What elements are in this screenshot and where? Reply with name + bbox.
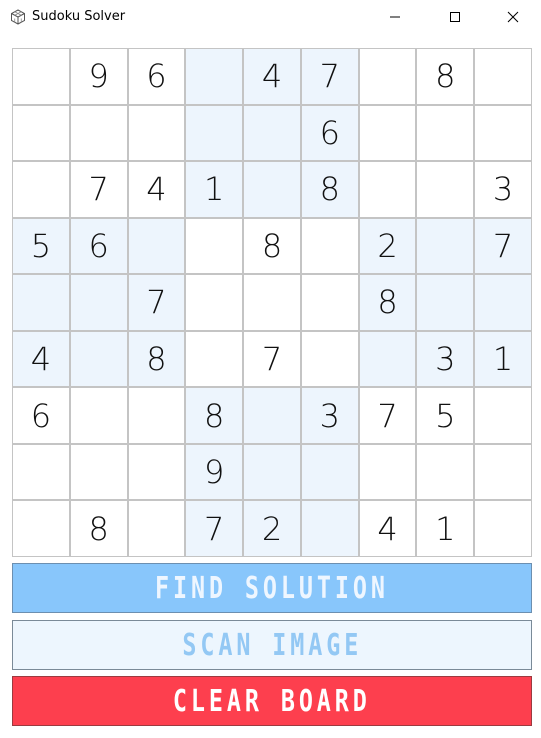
sudoku-cell[interactable] — [301, 444, 358, 500]
sudoku-cell[interactable] — [244, 444, 300, 500]
clear-board-label: CLEAR BOARD — [173, 683, 371, 719]
close-button[interactable] — [490, 0, 536, 34]
sudoku-cell[interactable]: 6 — [128, 49, 185, 104]
window-title: Sudoku Solver — [32, 9, 126, 24]
sudoku-cell[interactable]: 2 — [359, 218, 416, 274]
sudoku-cell[interactable] — [475, 388, 531, 443]
sudoku-cell[interactable] — [244, 162, 300, 217]
sudoku-cell[interactable]: 4 — [359, 501, 416, 556]
sudoku-cell[interactable]: 7 — [186, 501, 243, 556]
minimize-icon — [390, 16, 400, 18]
sudoku-cell[interactable] — [70, 331, 127, 387]
sudoku-cell[interactable]: 7 — [244, 331, 300, 387]
maximize-button[interactable] — [432, 0, 478, 34]
sudoku-cell[interactable] — [359, 105, 416, 161]
sudoku-board: 9647867418356827784873168375987241 — [12, 48, 532, 557]
clear-board-button[interactable]: CLEAR BOARD — [12, 676, 532, 726]
sudoku-cell[interactable] — [70, 275, 127, 330]
sudoku-cell[interactable] — [301, 218, 358, 274]
sudoku-cell[interactable] — [13, 275, 69, 330]
sudoku-cell[interactable] — [128, 444, 185, 500]
close-icon — [507, 11, 519, 23]
cube-icon — [10, 9, 26, 25]
sudoku-cell[interactable]: 4 — [13, 331, 69, 387]
sudoku-cell[interactable] — [186, 218, 243, 274]
sudoku-cell[interactable]: 8 — [301, 162, 358, 217]
sudoku-cell[interactable] — [359, 444, 416, 500]
sudoku-cell[interactable]: 6 — [13, 388, 69, 443]
sudoku-cell[interactable]: 4 — [128, 162, 185, 217]
sudoku-cell[interactable]: 7 — [70, 162, 127, 217]
sudoku-cell[interactable] — [13, 501, 69, 556]
sudoku-cell[interactable]: 7 — [475, 218, 531, 274]
sudoku-cell[interactable] — [417, 218, 474, 274]
minimize-button[interactable] — [372, 0, 418, 34]
sudoku-cell[interactable] — [70, 444, 127, 500]
sudoku-cell[interactable] — [70, 388, 127, 443]
sudoku-cell[interactable]: 8 — [128, 331, 185, 387]
sudoku-cell[interactable]: 3 — [301, 388, 358, 443]
sudoku-cell[interactable]: 8 — [359, 275, 416, 330]
title-bar: Sudoku Solver — [0, 0, 541, 34]
sudoku-cell[interactable] — [186, 105, 243, 161]
sudoku-cell[interactable]: 1 — [417, 501, 474, 556]
sudoku-cell[interactable] — [417, 444, 474, 500]
sudoku-cell[interactable] — [359, 331, 416, 387]
sudoku-cell[interactable]: 7 — [359, 388, 416, 443]
sudoku-cell[interactable] — [13, 162, 69, 217]
sudoku-cell[interactable] — [475, 444, 531, 500]
sudoku-cell[interactable]: 8 — [244, 218, 300, 274]
maximize-icon — [450, 12, 460, 22]
sudoku-cell[interactable]: 9 — [186, 444, 243, 500]
sudoku-cell[interactable] — [244, 388, 300, 443]
sudoku-cell[interactable]: 1 — [186, 162, 243, 217]
sudoku-cell[interactable]: 2 — [244, 501, 300, 556]
find-solution-button[interactable]: FIND SOLUTION — [12, 563, 532, 613]
sudoku-cell[interactable] — [244, 275, 300, 330]
sudoku-cell[interactable] — [417, 162, 474, 217]
scan-image-label: SCAN IMAGE — [182, 627, 362, 663]
sudoku-cell[interactable]: 7 — [128, 275, 185, 330]
sudoku-cell[interactable] — [128, 501, 185, 556]
scan-image-button[interactable]: SCAN IMAGE — [12, 620, 532, 670]
sudoku-cell[interactable] — [301, 275, 358, 330]
sudoku-cell[interactable] — [128, 218, 185, 274]
sudoku-cell[interactable] — [186, 49, 243, 104]
sudoku-cell[interactable]: 3 — [475, 162, 531, 217]
sudoku-cell[interactable] — [13, 49, 69, 104]
sudoku-cell[interactable]: 4 — [244, 49, 300, 104]
sudoku-cell[interactable] — [359, 162, 416, 217]
sudoku-cell[interactable]: 5 — [13, 218, 69, 274]
sudoku-cell[interactable] — [475, 49, 531, 104]
sudoku-cell[interactable] — [13, 105, 69, 161]
sudoku-cell[interactable] — [359, 49, 416, 104]
sudoku-cell[interactable]: 8 — [70, 501, 127, 556]
sudoku-cell[interactable]: 8 — [186, 388, 243, 443]
sudoku-cell[interactable] — [301, 331, 358, 387]
sudoku-cell[interactable] — [475, 501, 531, 556]
sudoku-cell[interactable] — [475, 275, 531, 330]
sudoku-cell[interactable]: 8 — [417, 49, 474, 104]
sudoku-cell[interactable] — [186, 275, 243, 330]
sudoku-cell[interactable]: 5 — [417, 388, 474, 443]
sudoku-cell[interactable] — [128, 388, 185, 443]
sudoku-cell[interactable]: 7 — [301, 49, 358, 104]
sudoku-cell[interactable] — [70, 105, 127, 161]
sudoku-cell[interactable] — [186, 331, 243, 387]
sudoku-cell[interactable]: 6 — [70, 218, 127, 274]
sudoku-cell[interactable]: 9 — [70, 49, 127, 104]
sudoku-cell[interactable]: 3 — [417, 331, 474, 387]
sudoku-cell[interactable]: 1 — [475, 331, 531, 387]
sudoku-cell[interactable] — [128, 105, 185, 161]
sudoku-cell[interactable] — [244, 105, 300, 161]
sudoku-cell[interactable] — [13, 444, 69, 500]
sudoku-cell[interactable]: 6 — [301, 105, 358, 161]
sudoku-cell[interactable] — [417, 105, 474, 161]
sudoku-cell[interactable] — [417, 275, 474, 330]
sudoku-cell[interactable] — [301, 501, 358, 556]
find-solution-label: FIND SOLUTION — [155, 570, 389, 606]
sudoku-cell[interactable] — [475, 105, 531, 161]
